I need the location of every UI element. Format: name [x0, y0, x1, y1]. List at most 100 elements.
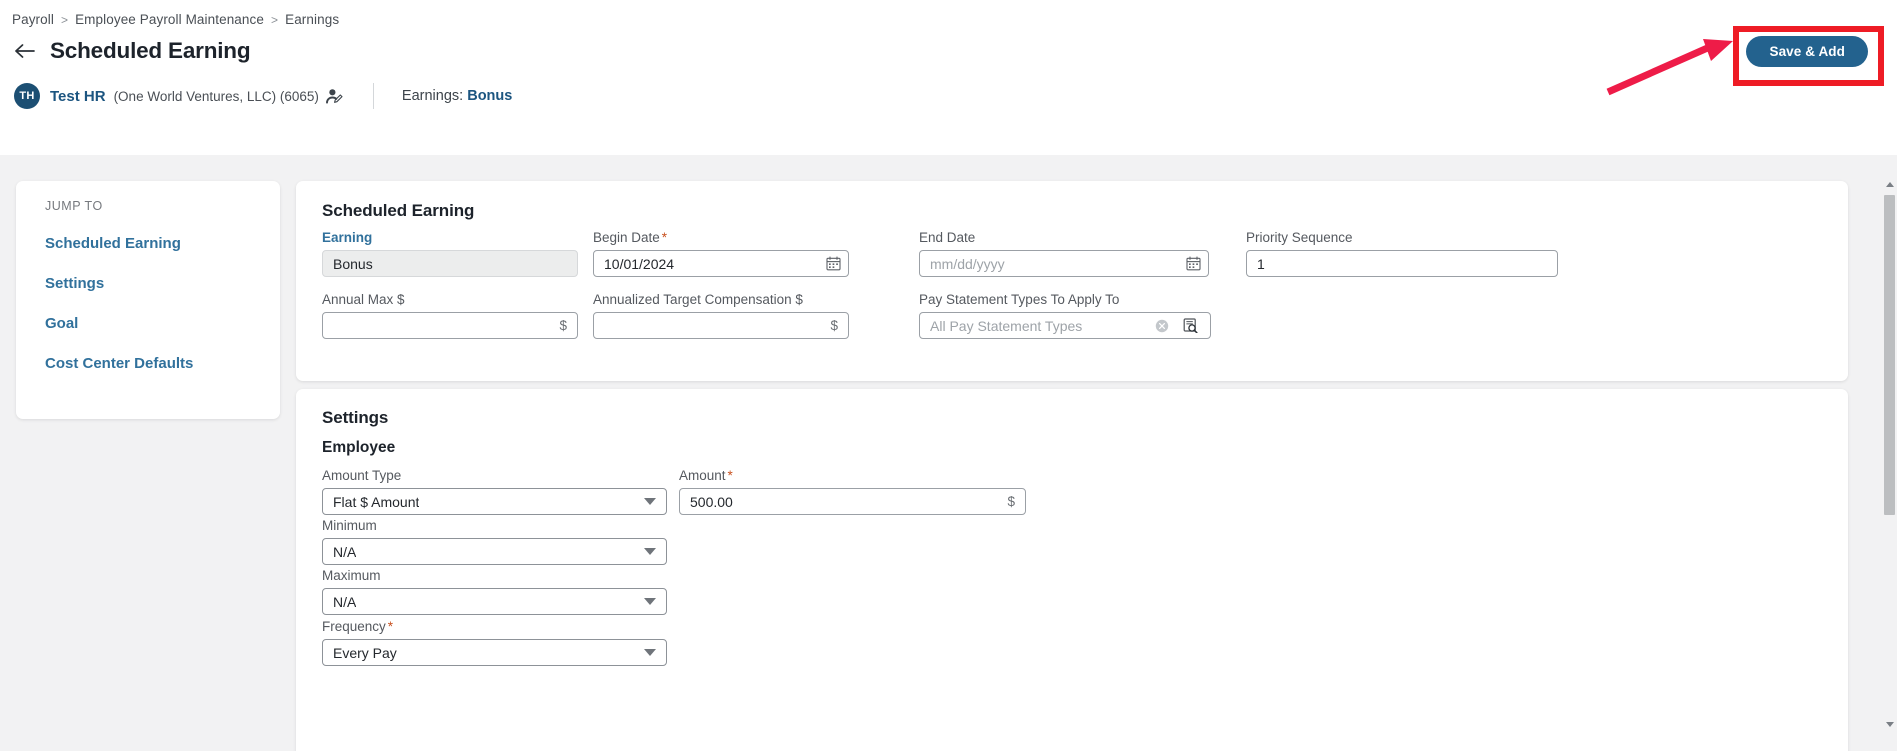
field-frequency: Frequency * Every Pay: [322, 619, 667, 666]
vertical-divider: [372, 83, 374, 109]
breadcrumb-item-employee-payroll-maintenance[interactable]: Employee Payroll Maintenance: [75, 12, 264, 27]
frequency-select[interactable]: Every Pay: [322, 639, 667, 666]
field-label-end-date: End Date: [919, 230, 976, 245]
field-earning: Earning Bonus: [322, 230, 578, 277]
chevron-down-icon[interactable]: [644, 649, 656, 656]
pay-statement-types-input[interactable]: All Pay Statement Types: [919, 312, 1211, 339]
annotation-arrow: [1606, 39, 1733, 96]
maximum-value: N/A: [333, 593, 357, 610]
field-label-minimum: Minimum: [322, 518, 377, 533]
jump-link-scheduled-earning[interactable]: Scheduled Earning: [45, 223, 193, 263]
dollar-suffix: $: [830, 318, 838, 333]
vertical-scrollbar[interactable]: [1882, 155, 1897, 751]
save-and-add-button[interactable]: Save & Add: [1746, 36, 1868, 67]
top-header: Payroll > Employee Payroll Maintenance >…: [0, 0, 1897, 155]
lookup-search-icon[interactable]: [1183, 318, 1198, 333]
field-begin-date: Begin Date * 10/01/2024: [593, 230, 849, 277]
required-marker: *: [387, 619, 394, 634]
settings-card: Settings Employee Amount Type Flat $ Amo…: [296, 389, 1848, 751]
field-priority-sequence: Priority Sequence 1: [1246, 230, 1558, 277]
earning-value: Bonus: [333, 255, 373, 272]
earnings-context: Earnings: Bonus: [402, 88, 512, 104]
employee-company: (One World Ventures, LLC) (6065): [113, 88, 319, 104]
end-date-input[interactable]: mm/dd/yyyy: [919, 250, 1209, 277]
scrollbar-down-button[interactable]: [1882, 717, 1897, 732]
scrollbar-up-button[interactable]: [1882, 177, 1897, 192]
jump-link-goal[interactable]: Goal: [45, 303, 193, 343]
amount-value: 500.00: [690, 493, 733, 510]
required-marker: *: [727, 468, 733, 483]
clear-circle-icon[interactable]: [1155, 319, 1169, 333]
chevron-down-icon[interactable]: [644, 598, 656, 605]
caret-down-icon: [1885, 722, 1894, 727]
settings-subheading-employee: Employee: [322, 439, 396, 456]
field-label-begin-date: Begin Date *: [593, 230, 668, 245]
field-label-annualized-target-compensation: Annualized Target Compensation $: [593, 292, 803, 307]
minimum-select[interactable]: N/A: [322, 538, 667, 565]
user-edit-icon[interactable]: [325, 88, 343, 105]
annual-max-input[interactable]: $: [322, 312, 578, 339]
caret-up-icon: [1885, 182, 1894, 187]
annualized-target-input[interactable]: $: [593, 312, 849, 339]
scheduled-earning-card: Scheduled Earning Earning Bonus Begin Da…: [296, 181, 1848, 381]
app-page: Payroll > Employee Payroll Maintenance >…: [0, 0, 1897, 751]
chevron-down-icon[interactable]: [644, 548, 656, 555]
settings-heading: Settings: [322, 408, 389, 427]
required-marker: *: [661, 230, 668, 245]
priority-sequence-value: 1: [1257, 255, 1265, 272]
maximum-select[interactable]: N/A: [322, 588, 667, 615]
breadcrumb-separator: >: [60, 12, 69, 27]
pay-statement-types-placeholder: All Pay Statement Types: [930, 317, 1083, 334]
begin-date-value: 10/01/2024: [604, 255, 675, 272]
jump-to-card: JUMP TO Scheduled Earning Settings Goal …: [16, 181, 280, 419]
field-label-amount-type: Amount Type: [322, 468, 402, 483]
jump-to-list: Scheduled Earning Settings Goal Cost Cen…: [45, 223, 193, 383]
priority-sequence-input[interactable]: 1: [1246, 250, 1558, 277]
jump-to-heading: JUMP TO: [45, 199, 103, 213]
calendar-icon[interactable]: [826, 256, 841, 271]
field-end-date: End Date mm/dd/yyyy: [919, 230, 1209, 277]
employee-context-bar: TH Test HR (One World Ventures, LLC) (60…: [14, 83, 512, 109]
field-label-maximum: Maximum: [322, 568, 381, 583]
field-label-amount: Amount *: [679, 468, 733, 483]
employee-name[interactable]: Test HR: [50, 88, 106, 105]
field-label-priority-sequence: Priority Sequence: [1246, 230, 1353, 245]
dollar-suffix: $: [1007, 494, 1015, 509]
avatar[interactable]: TH: [14, 83, 40, 109]
amount-type-select[interactable]: Flat $ Amount: [322, 488, 667, 515]
chevron-down-icon[interactable]: [644, 498, 656, 505]
jump-link-settings[interactable]: Settings: [45, 263, 193, 303]
calendar-icon[interactable]: [1186, 256, 1201, 271]
frequency-value: Every Pay: [333, 644, 397, 661]
amount-type-value: Flat $ Amount: [333, 493, 420, 510]
field-label-earning[interactable]: Earning: [322, 230, 578, 245]
field-minimum: Minimum N/A: [322, 518, 667, 565]
earnings-context-value[interactable]: Bonus: [467, 88, 512, 104]
field-annual-max: Annual Max $ $: [322, 292, 578, 339]
field-amount-type: Amount Type Flat $ Amount: [322, 468, 667, 515]
amount-input[interactable]: 500.00 $: [679, 488, 1026, 515]
jump-link-cost-center-defaults[interactable]: Cost Center Defaults: [45, 343, 193, 383]
body-area: JUMP TO Scheduled Earning Settings Goal …: [0, 155, 1897, 751]
scheduled-earning-heading: Scheduled Earning: [322, 201, 475, 220]
field-annualized-target-compensation: Annualized Target Compensation $ $: [593, 292, 849, 339]
field-label-frequency: Frequency *: [322, 619, 394, 634]
breadcrumb-separator: >: [270, 12, 279, 27]
field-maximum: Maximum N/A: [322, 568, 667, 615]
field-amount: Amount * 500.00 $: [679, 468, 1026, 515]
breadcrumb-item-earnings[interactable]: Earnings: [285, 12, 339, 27]
breadcrumb-item-payroll[interactable]: Payroll: [12, 12, 54, 27]
field-pay-statement-types: Pay Statement Types To Apply To All Pay …: [919, 292, 1211, 339]
breadcrumb: Payroll > Employee Payroll Maintenance >…: [12, 12, 339, 27]
field-label-pay-statement-types: Pay Statement Types To Apply To: [919, 292, 1120, 307]
arrow-left-icon[interactable]: [14, 40, 36, 62]
page-title: Scheduled Earning: [50, 38, 251, 63]
begin-date-input[interactable]: 10/01/2024: [593, 250, 849, 277]
page-title-row: Scheduled Earning: [14, 38, 251, 64]
dollar-suffix: $: [559, 318, 567, 333]
scrollbar-thumb[interactable]: [1884, 195, 1895, 515]
earnings-context-prefix: Earnings:: [401, 88, 464, 104]
minimum-value: N/A: [333, 543, 357, 560]
earning-input: Bonus: [322, 250, 578, 277]
end-date-placeholder: mm/dd/yyyy: [930, 255, 1005, 272]
